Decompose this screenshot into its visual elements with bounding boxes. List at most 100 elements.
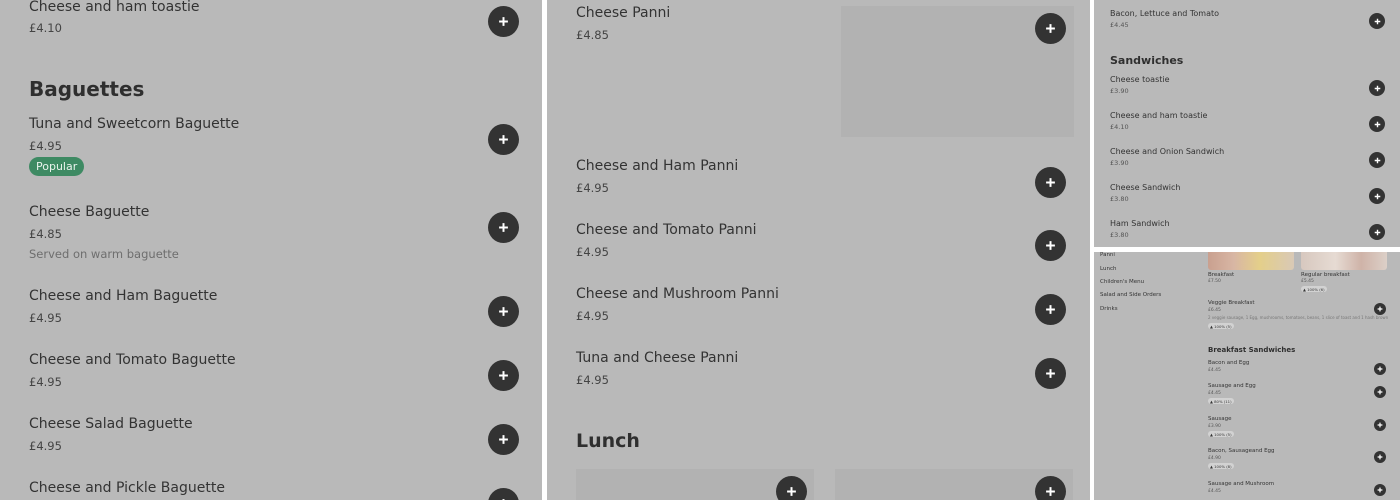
section-title: Baguettes [29,77,145,101]
plus-icon [1046,369,1055,378]
thumbs-up-icon: ▲ [1303,286,1306,292]
category-nav-salad-side-orders[interactable]: Salad and Side Orders [1100,292,1161,298]
item-price: £4.95 [576,309,609,323]
popular-badge: Popular [29,157,85,176]
add-item-button[interactable] [1369,152,1385,168]
rating-text: 100% (8) [1214,463,1232,469]
plus-icon [1046,24,1055,33]
plus-icon [1046,241,1055,250]
item-name: Cheese and Tomato Panni [576,222,757,238]
item-name: Cheese Panni [576,5,671,21]
item-name: Tuna and Cheese Panni [576,350,739,366]
plus-icon [1374,18,1380,24]
item-name: Bacon and Egg [1208,360,1250,366]
add-item-button[interactable] [488,488,519,500]
category-nav-panni[interactable]: Panni [1100,252,1115,258]
add-item-button[interactable] [776,476,807,500]
category-nav-lunch[interactable]: Lunch [1100,266,1116,272]
add-item-button[interactable] [1374,419,1386,431]
item-price: £6.45 [1208,308,1221,313]
item-name: Cheese Salad Baguette [29,416,193,432]
thumbs-up-icon: ▲ [1210,431,1213,437]
item-description: 2 veggie sausage, 1 Egg, mushrooms, toma… [1208,315,1389,320]
add-item-button[interactable] [1374,363,1386,375]
item-price: £4.45 [1208,368,1221,373]
plus-icon [499,435,508,444]
item-price: £4.10 [29,21,62,35]
section-title: Breakfast Sandwiches [1208,346,1296,354]
item-name: Cheese and Pickle Baguette [29,480,225,496]
add-item-button[interactable] [488,296,519,327]
plus-icon [1377,422,1383,428]
add-item-button[interactable] [1369,80,1385,96]
item-name: Cheese and Tomato Baguette [29,352,236,368]
add-item-button[interactable] [488,6,519,37]
rating-badge: ▲ 80% (11) [1208,398,1234,404]
add-item-button[interactable] [1035,230,1066,261]
item-price: £3.90 [1110,87,1129,95]
menu-panel-breakfast: Panni Lunch Children's Menu Salad and Si… [1094,252,1400,500]
item-name: Cheese and Ham Baguette [29,288,218,304]
add-item-button[interactable] [488,424,519,455]
add-item-button[interactable] [1369,116,1385,132]
item-name: Sausage [1208,416,1232,422]
card-price: £7.50 [1208,279,1221,284]
add-item-button[interactable] [1035,476,1066,500]
add-item-button[interactable] [1374,451,1386,463]
rating-badge: ▲ 100% (5) [1208,323,1234,329]
plus-icon [1377,389,1383,395]
category-nav-childrens-menu[interactable]: Children's Menu [1100,279,1144,285]
menu-panel-panni: Cheese Panni £4.85 Cheese and Ham Panni … [547,0,1090,500]
item-price: £4.95 [29,139,62,153]
plus-icon [1046,305,1055,314]
thumbs-up-icon: ▲ [1210,398,1213,404]
item-price: £3.90 [1110,159,1129,167]
item-name: Ham Sandwich [1110,219,1170,228]
item-name: Cheese and ham toastie [1110,111,1208,120]
category-nav-drinks[interactable]: Drinks [1100,306,1118,312]
menu-panel-sandwiches: Bacon, Lettuce and Tomato £4.45 Sandwich… [1094,0,1400,247]
item-price: £3.80 [1110,195,1129,203]
item-price: £4.45 [1208,391,1221,396]
add-item-button[interactable] [1369,188,1385,204]
rating-text: 100% (6) [1307,286,1325,292]
item-name: Sausage and Mushroom [1208,481,1275,487]
item-price: £4.10 [1110,123,1129,131]
add-item-button[interactable] [1369,13,1385,29]
add-item-button[interactable] [488,212,519,243]
item-name: Bacon, Lettuce and Tomato [1110,9,1220,18]
add-item-button[interactable] [488,360,519,391]
plus-icon [1046,487,1055,496]
card-name: Regular breakfast [1301,272,1350,278]
item-name: Cheese toastie [1110,75,1170,84]
add-item-button[interactable] [1035,13,1066,44]
rating-text: 80% (11) [1214,398,1232,404]
plus-icon [1377,487,1383,493]
add-item-button[interactable] [488,124,519,155]
plus-icon [1374,193,1380,199]
section-title: Lunch [576,430,640,452]
add-item-button[interactable] [1035,167,1066,198]
add-item-button[interactable] [1035,358,1066,389]
plus-icon [1377,366,1383,372]
add-item-button[interactable] [1374,386,1386,398]
add-item-button[interactable] [1374,484,1386,496]
rating-badge: ▲ 100% (6) [1301,286,1327,292]
plus-icon [787,487,796,496]
add-item-button[interactable] [1369,224,1385,240]
item-name: Cheese Baguette [29,204,150,220]
plus-icon [499,135,508,144]
add-item-button[interactable] [1374,303,1386,315]
plus-icon [1374,121,1380,127]
item-name: Sausage and Egg [1208,383,1256,389]
item-name: Cheese and Onion Sandwich [1110,147,1225,156]
item-name: Tuna and Sweetcorn Baguette [29,116,240,132]
add-item-button[interactable] [1035,294,1066,325]
item-price: £4.45 [1110,21,1129,29]
item-name: Cheese and Ham Panni [576,158,739,174]
regular-breakfast-image [1301,252,1387,270]
item-name: Bacon, Sausageand Egg [1208,448,1275,454]
card-name: Breakfast [1208,272,1235,278]
item-price: £3.90 [1208,424,1221,429]
plus-icon [1374,157,1380,163]
